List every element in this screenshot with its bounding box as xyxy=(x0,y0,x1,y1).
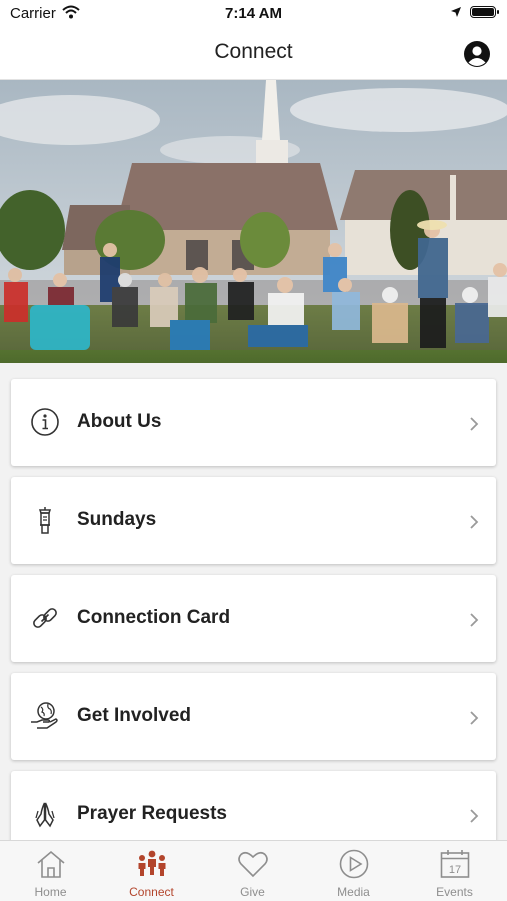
chevron-right-icon xyxy=(470,711,479,725)
menu-item-label: Prayer Requests xyxy=(77,803,227,824)
tab-label: Media xyxy=(337,885,370,899)
tab-label: Events xyxy=(436,885,473,899)
home-icon xyxy=(37,850,65,878)
tab-home[interactable]: Home xyxy=(0,841,101,901)
menu-item-prayer-requests[interactable]: Prayer Requests xyxy=(11,771,496,840)
battery-icon xyxy=(470,6,499,18)
calendar-icon: 17 xyxy=(440,850,470,878)
profile-icon[interactable] xyxy=(463,40,491,68)
menu-item-label: About Us xyxy=(77,411,162,432)
tab-bar: Home Connect Give Media 17 Events xyxy=(0,840,507,901)
tab-label: Give xyxy=(240,885,265,899)
menu-list: About Us Sundays Connection Card Get Inv… xyxy=(0,363,507,840)
tab-label: Home xyxy=(34,885,67,899)
status-bar: Carrier 7:14 AM xyxy=(0,0,507,28)
people-icon xyxy=(138,850,166,876)
menu-item-label: Connection Card xyxy=(77,607,231,628)
menu-item-label: Get Involved xyxy=(77,705,192,726)
chevron-right-icon xyxy=(470,613,479,627)
heart-icon xyxy=(238,851,268,878)
link-icon xyxy=(33,608,57,628)
menu-item-label: Sundays xyxy=(77,509,157,530)
chevron-right-icon xyxy=(470,515,479,529)
nav-bar: Connect xyxy=(0,28,507,80)
tab-label: Connect xyxy=(129,885,174,899)
menu-item-get-involved[interactable]: Get Involved xyxy=(11,673,496,760)
tab-media[interactable]: Media xyxy=(303,841,404,901)
menu-item-sundays[interactable]: Sundays xyxy=(11,477,496,564)
globe-hand-icon xyxy=(31,702,58,729)
play-icon xyxy=(339,849,369,879)
location-arrow-icon xyxy=(451,7,461,17)
lantern-icon xyxy=(38,507,52,534)
info-icon xyxy=(31,408,59,436)
calendar-day-number: 17 xyxy=(449,864,461,876)
tab-connect[interactable]: Connect xyxy=(101,841,202,901)
chevron-right-icon xyxy=(470,809,479,823)
menu-item-about-us[interactable]: About Us xyxy=(11,379,496,466)
praying-hands-icon xyxy=(35,802,55,828)
clock: 7:14 AM xyxy=(225,5,282,22)
hero-image xyxy=(0,80,507,363)
menu-item-connection-card[interactable]: Connection Card xyxy=(11,575,496,662)
tab-events[interactable]: 17 Events xyxy=(404,841,505,901)
chevron-right-icon xyxy=(470,417,479,431)
tab-give[interactable]: Give xyxy=(202,841,303,901)
page-title: Connect xyxy=(214,40,293,63)
